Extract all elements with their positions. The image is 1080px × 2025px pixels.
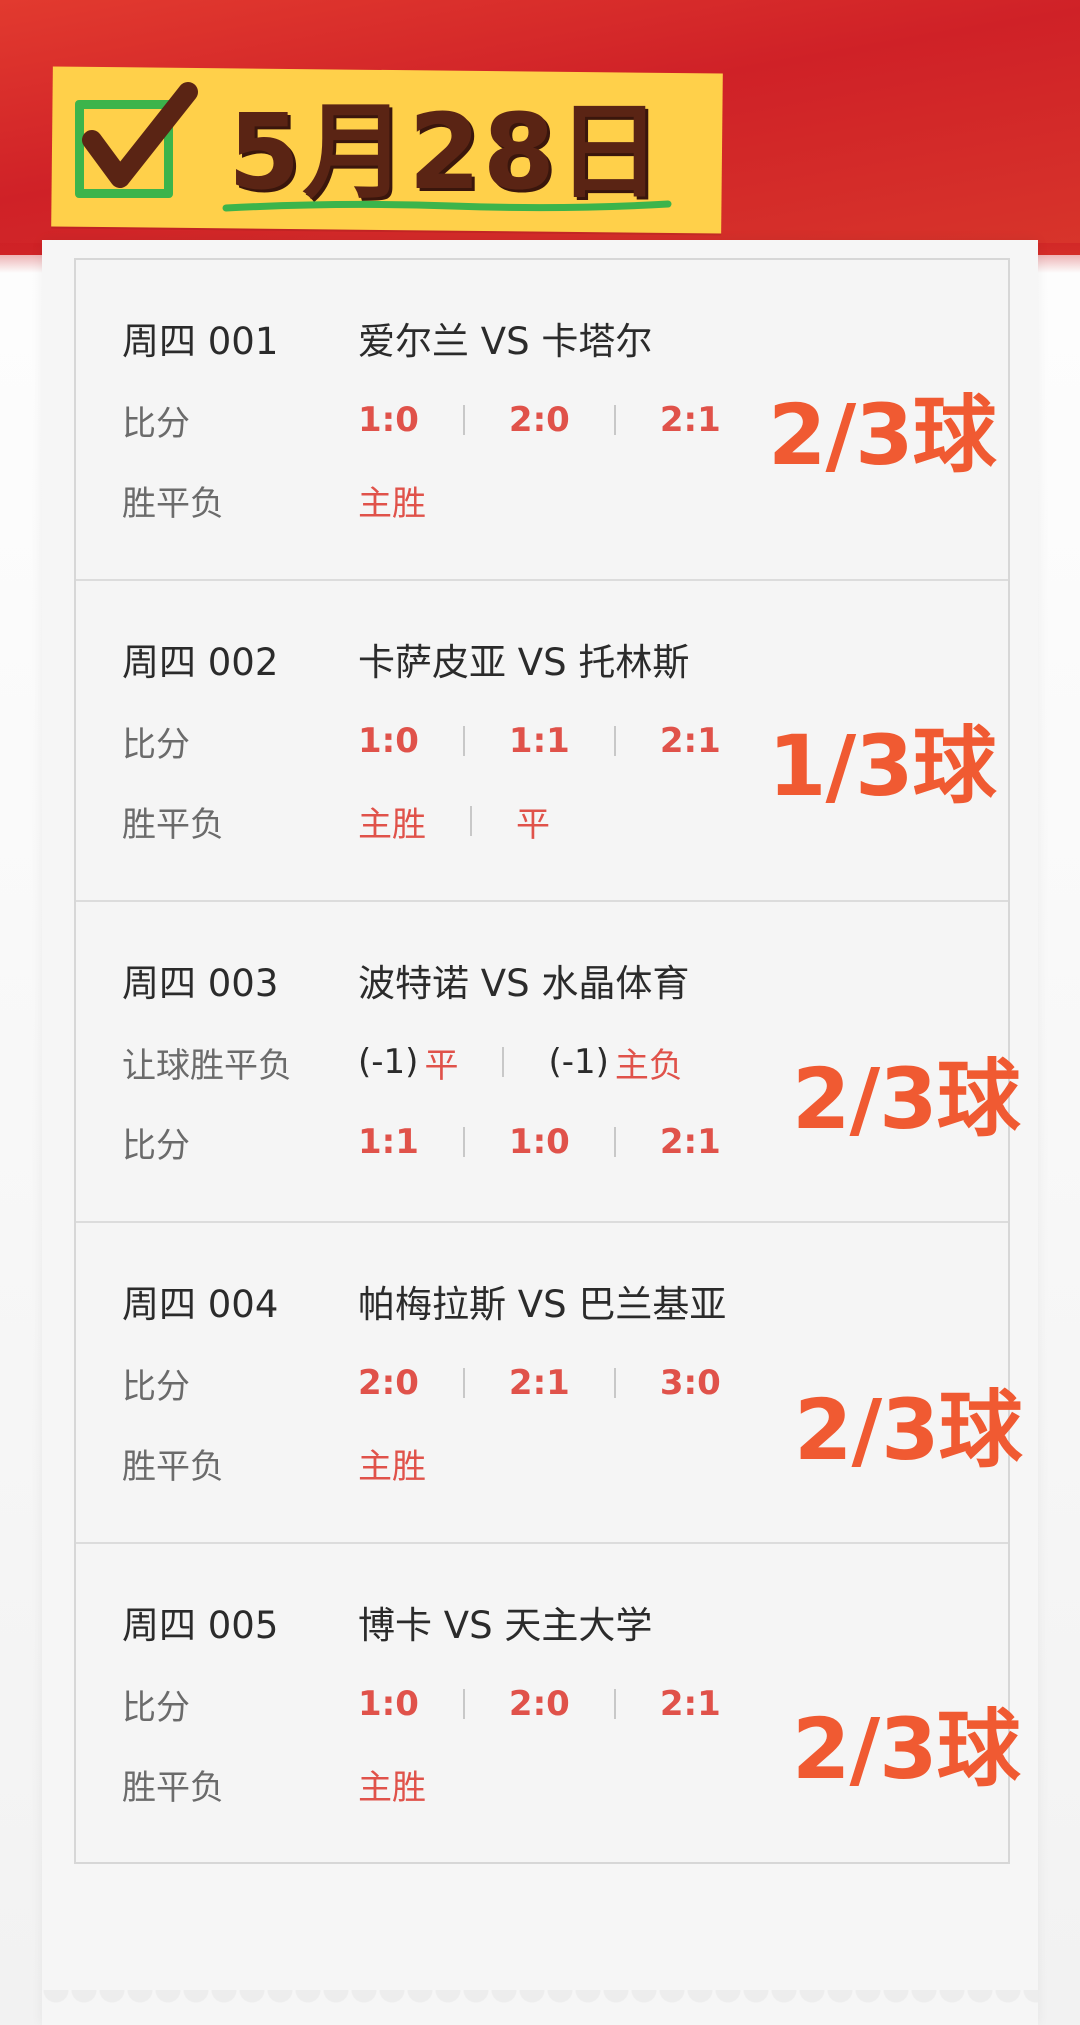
match-card[interactable]: 周四 002 卡萨皮亚 VS 托林斯 比分 1:0 1:1 2:1 胜平负 主胜… bbox=[76, 581, 1008, 902]
result-badge: 2/3球 bbox=[768, 386, 997, 484]
result-badge: 2/3球 bbox=[792, 1050, 1021, 1148]
ticket-edge bbox=[42, 1990, 1038, 2025]
separator bbox=[462, 1127, 465, 1157]
score-pick: 1:0 bbox=[358, 400, 419, 440]
match-code: 周四 001 bbox=[122, 320, 279, 363]
score-label: 比分 bbox=[122, 1687, 190, 1728]
wdl-pick: 主胜 bbox=[358, 1446, 426, 1487]
score-label: 比分 bbox=[122, 403, 190, 444]
separator bbox=[502, 1047, 505, 1077]
checkbox-checked-icon bbox=[82, 82, 198, 188]
wdl-label: 胜平负 bbox=[122, 1446, 224, 1487]
match-card[interactable]: 周四 003 波特诺 VS 水晶体育 让球胜平负 (-1) 平 (-1) 主负 … bbox=[76, 902, 1021, 1223]
match-card[interactable]: 周四 004 帕梅拉斯 VS 巴兰基亚 比分 2:0 2:1 3:0 胜平负 主… bbox=[76, 1223, 1023, 1544]
separator bbox=[462, 1689, 465, 1719]
match-code: 周四 003 bbox=[122, 962, 279, 1005]
score-pick: 1:0 bbox=[358, 1684, 419, 1724]
wdl-pick: 主胜 bbox=[358, 1767, 426, 1808]
match-teams: 卡萨皮亚 VS 托林斯 bbox=[358, 641, 690, 684]
score-pick: 2:1 bbox=[659, 1122, 721, 1162]
result-badge: 2/3球 bbox=[794, 1381, 1023, 1479]
match-code: 周四 005 bbox=[122, 1604, 279, 1647]
match-teams: 波特诺 VS 水晶体育 bbox=[358, 962, 690, 1005]
match-code: 周四 004 bbox=[122, 1283, 279, 1326]
wdl-pick: 主胜 bbox=[358, 804, 426, 845]
separator bbox=[613, 405, 616, 435]
score-pick: 2:1 bbox=[659, 721, 721, 761]
score-pick: 2:1 bbox=[659, 1684, 721, 1724]
wdl-pick: 平 bbox=[516, 804, 550, 845]
result-badge: 1/3球 bbox=[768, 717, 997, 815]
separator bbox=[613, 726, 616, 756]
match-teams: 爱尔兰 VS 卡塔尔 bbox=[358, 320, 653, 363]
separator bbox=[613, 1127, 616, 1157]
score-pick: 1:0 bbox=[508, 1122, 570, 1162]
separator bbox=[462, 726, 465, 756]
score-pick: 2:0 bbox=[358, 1363, 419, 1403]
match-table: 周四 001 爱尔兰 VS 卡塔尔 比分 1:0 2:0 2:1 胜平负 主胜 … bbox=[74, 258, 1023, 1866]
score-pick: 2:1 bbox=[508, 1363, 570, 1403]
separator bbox=[613, 1689, 616, 1719]
match-teams: 帕梅拉斯 VS 巴兰基亚 bbox=[358, 1283, 727, 1326]
handicap-label: 让球胜平负 bbox=[122, 1045, 292, 1086]
match-card[interactable]: 周四 001 爱尔兰 VS 卡塔尔 比分 1:0 2:0 2:1 胜平负 主胜 … bbox=[76, 260, 1008, 581]
separator bbox=[462, 405, 465, 435]
handicap-pick: 平 bbox=[424, 1045, 459, 1086]
score-label: 比分 bbox=[122, 724, 190, 765]
page: 5月28日 周四 001 爱尔兰 VS 卡塔尔 比分 1:0 2:0 2:1 胜… bbox=[0, 0, 1080, 2025]
score-label: 比分 bbox=[122, 1366, 190, 1407]
date-underline bbox=[222, 200, 672, 212]
score-pick: 1:0 bbox=[358, 721, 419, 761]
separator bbox=[613, 1368, 616, 1398]
score-pick: 1:1 bbox=[508, 721, 570, 761]
separator bbox=[462, 1368, 465, 1398]
date-title: 5月28日 bbox=[228, 91, 664, 213]
separator bbox=[470, 806, 472, 836]
score-pick: 2:1 bbox=[659, 400, 721, 440]
score-pick: 2:0 bbox=[508, 400, 570, 440]
wdl-label: 胜平负 bbox=[122, 804, 224, 845]
score-pick: 1:1 bbox=[358, 1122, 419, 1162]
score-pick: 3:0 bbox=[659, 1363, 721, 1403]
match-code: 周四 002 bbox=[122, 641, 279, 684]
handicap-line: (-1) bbox=[548, 1042, 609, 1082]
handicap-line: (-1) bbox=[358, 1042, 419, 1082]
handicap-pick: 主负 bbox=[614, 1045, 683, 1086]
result-badge: 2/3球 bbox=[792, 1700, 1021, 1798]
wdl-label: 胜平负 bbox=[122, 483, 224, 524]
score-pick: 2:0 bbox=[508, 1684, 570, 1724]
wdl-label: 胜平负 bbox=[122, 1767, 224, 1808]
match-card[interactable]: 周四 005 博卡 VS 天主大学 比分 1:0 2:0 2:1 胜平负 主胜 … bbox=[76, 1544, 1021, 1866]
match-teams: 博卡 VS 天主大学 bbox=[358, 1604, 653, 1647]
score-label: 比分 bbox=[122, 1125, 190, 1166]
wdl-pick: 主胜 bbox=[358, 483, 426, 524]
